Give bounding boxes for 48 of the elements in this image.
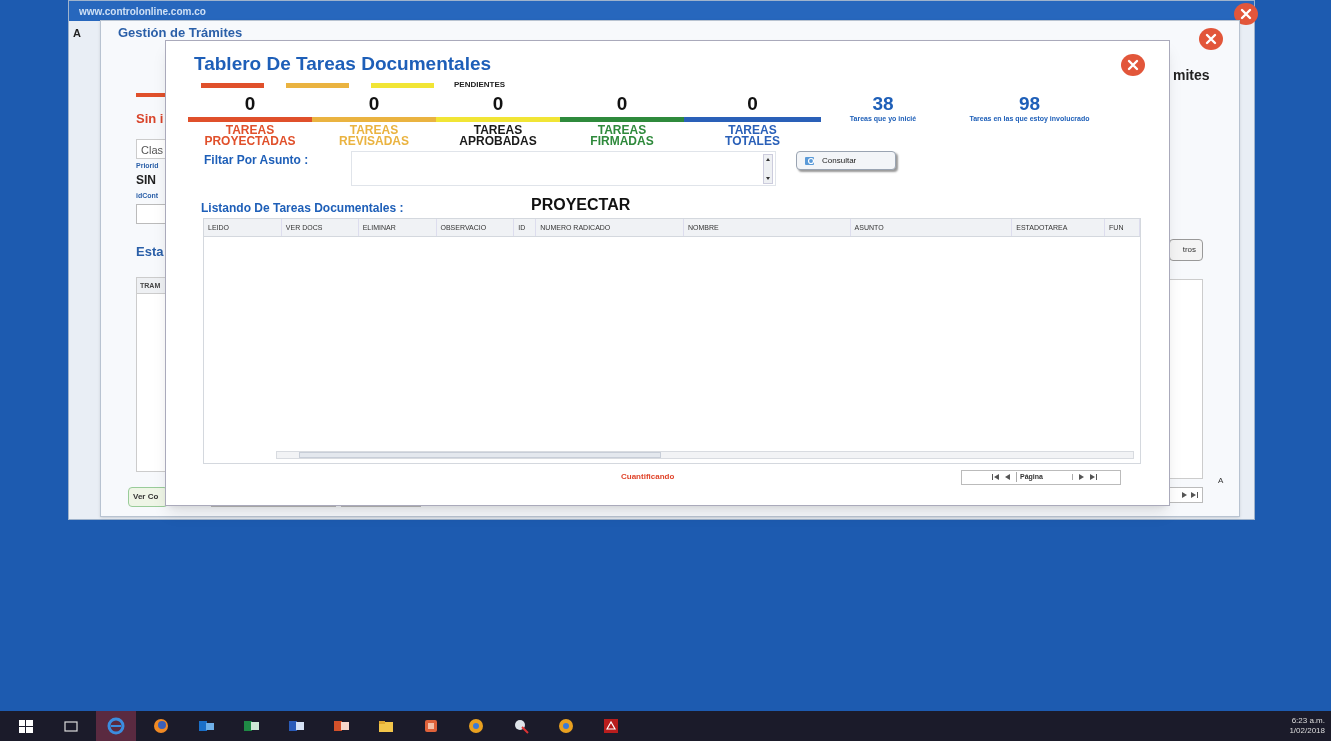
subject-field[interactable] xyxy=(351,151,776,186)
first-page-icon[interactable] xyxy=(992,474,999,480)
list-title: Listando De Tareas Documentales : xyxy=(201,200,405,217)
window-heading: mites xyxy=(1173,66,1210,85)
view-button[interactable]: Ver Co xyxy=(128,487,168,507)
task-label: TAREAS FIRMADAS xyxy=(590,125,654,147)
filter-label: Filtar Por Asunto : xyxy=(204,152,310,169)
task-count: 0 xyxy=(747,92,758,116)
window-title: Gestión de Trámites xyxy=(118,24,243,42)
legend-label: PENDIENTES xyxy=(454,79,506,91)
filter-button[interactable]: tros xyxy=(1169,239,1203,261)
search-icon xyxy=(805,155,816,166)
task-label: TAREAS REVISADAS xyxy=(339,125,409,147)
close-icon[interactable] xyxy=(1199,28,1223,50)
mode-title: PROYECTAR xyxy=(531,195,631,215)
clock-time: 6:23 a.m. xyxy=(1291,716,1325,726)
input-field[interactable] xyxy=(136,203,166,224)
task-count: 0 xyxy=(492,92,504,116)
clock-date: 1/02/2018 xyxy=(1289,726,1325,736)
last-page-icon[interactable] xyxy=(1191,492,1198,498)
previous-page-icon[interactable] xyxy=(1005,474,1010,480)
side-text: A xyxy=(1218,475,1224,487)
task-label: TAREAS APROBADAS xyxy=(459,125,537,147)
task-count: 0 xyxy=(244,92,256,116)
horizontal-scrollbar[interactable] xyxy=(276,451,1134,459)
query-button[interactable]: Consultar xyxy=(796,151,896,170)
next-page-icon[interactable] xyxy=(1079,474,1084,480)
scroll-arrows-icon[interactable] xyxy=(763,154,773,184)
field-value: SIN xyxy=(136,172,156,189)
section-title: Sin i xyxy=(136,110,164,128)
next-page-icon[interactable] xyxy=(1182,492,1187,498)
accent-bar xyxy=(136,93,166,97)
url-text: www.controlonline.com.co xyxy=(79,4,206,19)
tab-label[interactable]: A xyxy=(73,25,81,42)
section-title: Esta xyxy=(136,242,164,261)
close-icon[interactable] xyxy=(1121,54,1145,76)
summary-count: 98 xyxy=(1018,94,1041,114)
dialog-title: Tablero De Tareas Documentales xyxy=(194,52,492,76)
task-count: 0 xyxy=(616,92,628,116)
summary-count: 38 xyxy=(872,94,894,114)
last-page-icon[interactable] xyxy=(1090,474,1097,480)
status-text: Cuantificando xyxy=(621,471,676,483)
close-icon[interactable] xyxy=(1234,3,1258,25)
browser-icon[interactable] xyxy=(96,711,136,741)
class-field[interactable]: Clas xyxy=(136,138,166,159)
task-count: 0 xyxy=(368,92,380,116)
task-label: TAREAS TOTALES xyxy=(725,125,780,147)
task-label: TAREAS PROYECTADAS xyxy=(204,125,296,147)
